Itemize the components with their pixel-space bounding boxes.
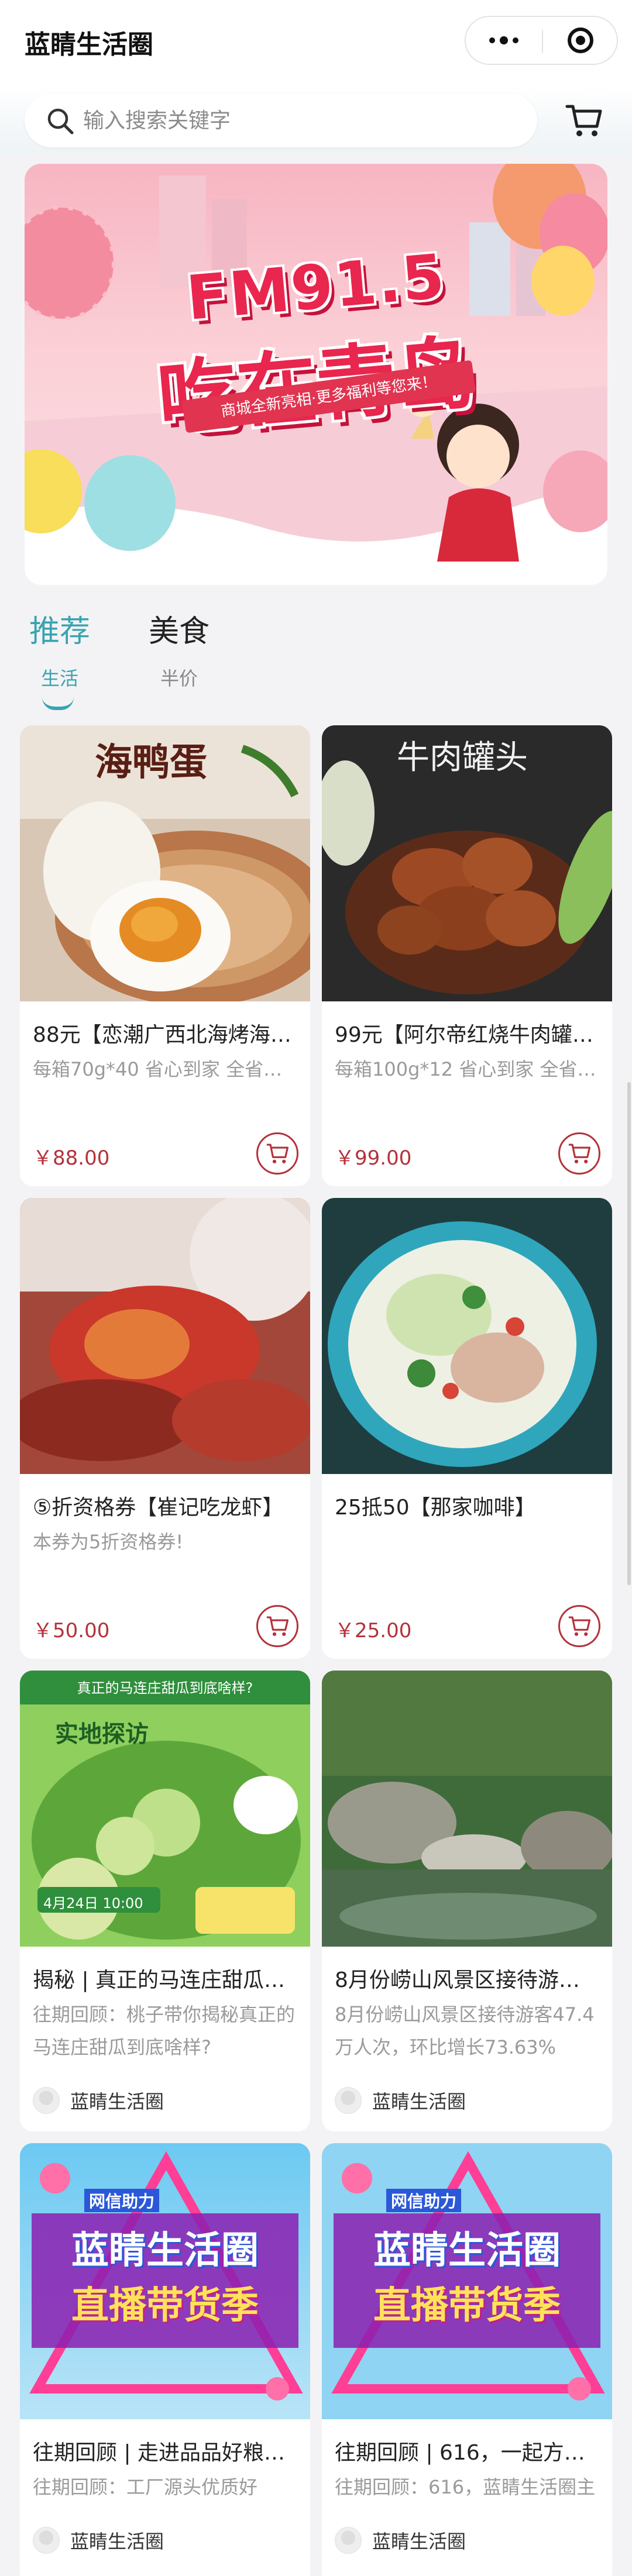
tab-label: 推荐 (29, 614, 90, 649)
image-tag: 网信助力 (84, 2189, 160, 2212)
article-image (322, 1671, 612, 1947)
article-desc: 往期回顾：616，蓝睛生活圈主 (335, 2476, 596, 2498)
article-desc: 往期回顾：桃子带你揭秘真正的马连庄甜瓜到底啥样? (33, 2003, 296, 2058)
promo-banner[interactable]: FM91.5 吃在青岛 商城全新亮相·更多福利等您来！ (25, 164, 607, 585)
top-area: 蓝睛生活圈 (0, 0, 632, 153)
image-caption-2: 直播带货季 (71, 2284, 259, 2327)
product-card[interactable]: ⑤折资格券【崔记吃龙虾】 本券为5折资格券! ￥50.00 (20, 1198, 310, 1659)
scrollbar[interactable] (627, 1082, 631, 1585)
more-button[interactable] (466, 17, 542, 64)
article-title: 往期回顾 | 616，一起方特欢乐世界 (335, 2441, 599, 2465)
article-image: 网信助力 蓝睛生活圈 直播带货季 (20, 2143, 310, 2419)
product-price: ￥88.00 (33, 1146, 110, 1170)
tab-sub: 生活 (40, 667, 78, 690)
article-image: 真正的马连庄甜瓜到底啥样? 实地探访 4月24日 10:00 (20, 1671, 310, 1947)
product-title: 88元【恋潮广西北海烤海鸭蛋】 (33, 1023, 297, 1047)
product-desc: 本券为5折资格券! (33, 1531, 184, 1553)
cart-icon (568, 1144, 591, 1163)
image-tag: 实地探访 (55, 1721, 149, 1748)
add-to-cart-button[interactable] (256, 1605, 298, 1647)
navbar: 蓝睛生活圈 (0, 0, 632, 79)
cart-icon (266, 1616, 289, 1636)
tab-active-indicator (42, 697, 74, 710)
search-bar[interactable] (25, 94, 537, 147)
product-title: ⑤折资格券【崔记吃龙虾】 (33, 1496, 284, 1520)
add-to-cart-button[interactable] (256, 1132, 298, 1175)
article-desc: 8月份崂山风景区接待游客47.4万人次，环比增长73.63% (335, 2003, 595, 2058)
product-card[interactable]: 牛肉罐头 99元【阿尔帝红烧牛肉罐头】 每箱100g*12 省心到家 全省包邮 … (322, 725, 612, 1186)
article-author: 蓝睛生活圈 (335, 2087, 466, 2114)
tab-food[interactable]: 美食 半价 (144, 597, 214, 690)
image-date: 4月24日 10:00 (43, 1895, 143, 1912)
product-image (322, 1198, 612, 1474)
author-name: 蓝睛生活圈 (70, 2091, 164, 2113)
add-to-cart-button[interactable] (558, 1605, 600, 1647)
article-card[interactable]: 真正的马连庄甜瓜到底啥样? 实地探访 4月24日 10:00 揭秘 | 真正的马… (20, 1671, 310, 2131)
article-card[interactable]: 8月份崂山风景区接待游客47.4万人次 8月份崂山风景区接待游客47.4万人次，… (322, 1671, 612, 2131)
image-caption: 海鸭蛋 (95, 741, 207, 784)
product-title: 25抵50【那家咖啡】 (335, 1496, 536, 1520)
article-title: 8月份崂山风景区接待游客47.4万人次 (335, 1968, 599, 1992)
product-card[interactable]: 25抵50【那家咖啡】 ￥25.00 (322, 1198, 612, 1659)
product-price: ￥99.00 (335, 1146, 412, 1170)
article-author: 蓝睛生活圈 (33, 2087, 164, 2114)
image-caption: 牛肉罐头 (397, 739, 528, 777)
author-name: 蓝睛生活圈 (70, 2530, 164, 2553)
image-tag: 网信助力 (386, 2189, 462, 2212)
product-image: 海鸭蛋 (20, 725, 310, 1001)
avatar (335, 2087, 362, 2114)
article-card[interactable]: 网信助力 蓝睛生活圈 直播带货季 往期回顾 | 走进品品好粮油工厂 往期回顾：工… (20, 2143, 310, 2576)
category-tabs: 推荐 生活 美食 半价 (0, 597, 632, 714)
tab-recommend[interactable]: 推荐 生活 (25, 597, 95, 690)
image-caption: 蓝睛生活圈 (373, 2229, 561, 2272)
dot-icon (513, 37, 518, 43)
image-caption-2: 直播带货季 (373, 2284, 561, 2327)
avatar (33, 2527, 60, 2554)
cart-icon (266, 1144, 289, 1163)
product-image (20, 1198, 310, 1474)
product-desc: 每箱70g*40 省心到家 全省包邮 (33, 1058, 297, 1080)
cart-icon[interactable] (565, 103, 603, 138)
product-price: ￥25.00 (335, 1619, 412, 1642)
article-author: 蓝睛生活圈 (335, 2527, 466, 2554)
product-desc: 每箱100g*12 省心到家 全省包邮 (335, 1058, 599, 1080)
dot-icon (489, 37, 495, 43)
article-card[interactable]: 网信助力 蓝睛生活圈 直播带货季 往期回顾 | 616，一起方特欢乐世界 往期回… (322, 2143, 612, 2576)
target-icon (568, 27, 593, 53)
add-to-cart-button[interactable] (558, 1132, 600, 1175)
article-desc: 往期回顾：工厂源头优质好 (33, 2476, 258, 2498)
dot-icon (500, 36, 508, 44)
image-caption: 蓝睛生活圈 (71, 2229, 259, 2272)
cart-icon (568, 1616, 591, 1636)
product-image: 牛肉罐头 (322, 725, 612, 1001)
search-input[interactable] (83, 105, 516, 136)
article-image: 网信助力 蓝睛生活圈 直播带货季 (322, 2143, 612, 2419)
author-name: 蓝睛生活圈 (372, 2091, 466, 2113)
article-author: 蓝睛生活圈 (33, 2527, 164, 2554)
avatar (335, 2527, 362, 2554)
mini-program-capsule (465, 16, 618, 65)
article-title: 往期回顾 | 走进品品好粮油工厂 (33, 2441, 297, 2465)
product-title: 99元【阿尔帝红烧牛肉罐头】 (335, 1023, 599, 1047)
search-icon (47, 108, 74, 135)
tab-label: 美食 (148, 614, 209, 649)
author-name: 蓝睛生活圈 (372, 2530, 466, 2553)
app-title: 蓝睛生活圈 (25, 30, 153, 60)
close-button[interactable] (543, 17, 618, 64)
avatar (33, 2087, 60, 2114)
product-card[interactable]: 海鸭蛋 88元【恋潮广西北海烤海鸭蛋】 每箱70g*40 省心到家 全省包邮 ￥… (20, 725, 310, 1186)
tab-sub: 半价 (160, 667, 198, 690)
product-price: ￥50.00 (33, 1619, 110, 1642)
article-title: 揭秘 | 真正的马连庄甜瓜到底啥样？ (33, 1968, 297, 1992)
image-caption: 真正的马连庄甜瓜到底啥样? (77, 1680, 253, 1696)
